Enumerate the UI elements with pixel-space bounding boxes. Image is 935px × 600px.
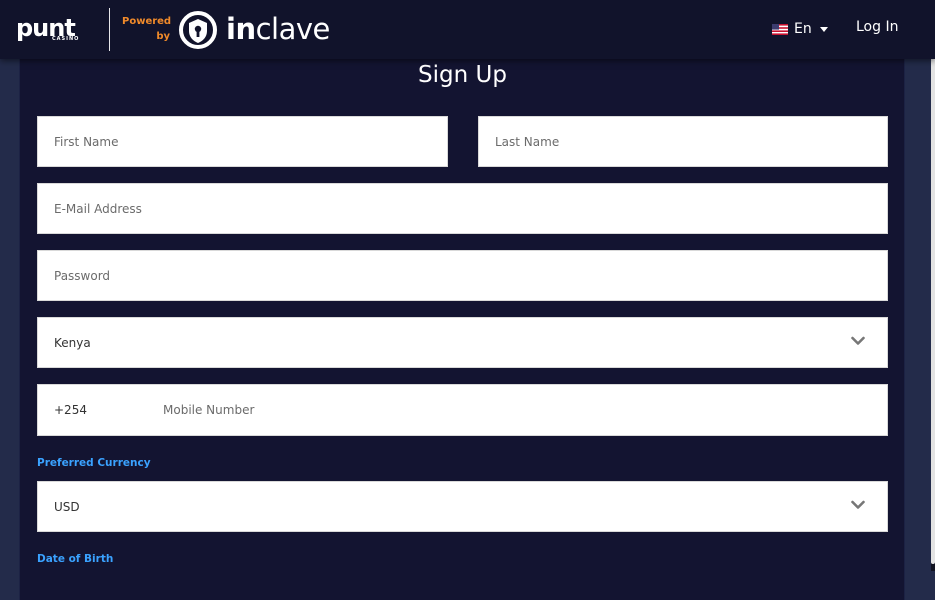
powered-line-1: Powered [122, 16, 172, 27]
phone-prefix[interactable]: +254 [54, 385, 87, 435]
inclave-shield-icon [179, 11, 217, 49]
country-select[interactable]: Kenya [37, 317, 888, 368]
powered-line-2: by [156, 31, 170, 42]
password-input[interactable] [38, 251, 887, 300]
currency-select[interactable]: USD [37, 481, 888, 532]
login-link[interactable]: Log In [856, 19, 898, 35]
dob-label: Date of Birth [37, 553, 114, 565]
caret-down-icon [819, 26, 828, 32]
header-divider [109, 8, 110, 51]
last-name-input[interactable] [479, 117, 887, 166]
language-selector[interactable]: En [772, 18, 828, 40]
inclave-word-bold: in [226, 12, 256, 46]
inclave-wordmark: inclave [226, 10, 330, 48]
email-input[interactable] [38, 184, 887, 233]
chevron-down-icon [851, 336, 865, 345]
mobile-number-input[interactable] [148, 385, 887, 435]
top-navigation-bar: punt CASINO Powered by inclave En Log In [0, 0, 935, 59]
first-name-input[interactable] [38, 117, 447, 166]
first-name-field[interactable] [37, 116, 448, 167]
language-label: En [794, 21, 812, 37]
email-field[interactable] [37, 183, 888, 234]
punt-logo[interactable]: punt CASINO [16, 14, 90, 44]
currency-label: Preferred Currency [37, 457, 151, 469]
scrollbar-thumb[interactable] [931, 24, 935, 564]
inclave-word-rest: clave [255, 12, 331, 46]
powered-by-text: Powered by [122, 14, 172, 44]
country-value: Kenya [54, 335, 91, 350]
logo-subtitle: CASINO [52, 36, 80, 42]
password-field[interactable] [37, 250, 888, 301]
phone-field[interactable]: +254 [37, 384, 888, 436]
last-name-field[interactable] [478, 116, 888, 167]
currency-value: USD [54, 499, 80, 514]
chevron-down-icon [851, 500, 865, 509]
page-title: Sign Up [418, 62, 507, 88]
us-flag-icon [772, 23, 788, 35]
